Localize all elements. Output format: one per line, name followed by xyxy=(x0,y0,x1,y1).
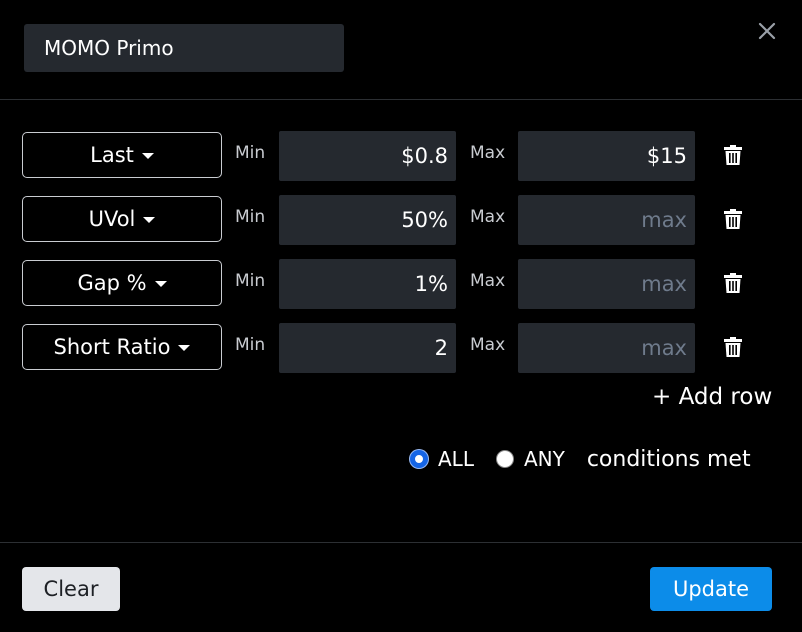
min-input[interactable] xyxy=(279,195,456,245)
caret-down-icon xyxy=(154,281,167,287)
max-label: Max xyxy=(470,143,506,163)
min-input[interactable] xyxy=(279,131,456,181)
delete-row-button[interactable] xyxy=(724,145,742,165)
trash-icon xyxy=(724,337,742,357)
trash-icon xyxy=(724,273,742,293)
min-label: Min xyxy=(235,335,266,355)
filter-name-input[interactable] xyxy=(24,24,344,72)
caret-down-icon xyxy=(141,153,154,159)
close-icon xyxy=(758,22,776,40)
max-label: Max xyxy=(470,271,506,291)
min-input[interactable] xyxy=(279,259,456,309)
min-input[interactable] xyxy=(279,323,456,373)
max-input[interactable] xyxy=(518,323,695,373)
field-select-button[interactable]: Gap % xyxy=(22,260,222,306)
add-row-button[interactable]: + Add row xyxy=(652,384,772,410)
filter-dialog: Last Min Max UVol Min Max xyxy=(0,0,802,632)
trash-icon xyxy=(724,145,742,165)
close-button[interactable] xyxy=(754,18,780,44)
caret-down-icon xyxy=(143,217,156,223)
min-label: Min xyxy=(235,143,266,163)
radio-any[interactable] xyxy=(495,450,514,468)
field-select-label: UVol xyxy=(88,207,136,231)
max-input[interactable] xyxy=(518,195,695,245)
clear-button[interactable]: Clear xyxy=(22,567,120,611)
field-select-label: Last xyxy=(90,143,134,167)
min-label: Min xyxy=(235,271,266,291)
max-input[interactable] xyxy=(518,131,695,181)
filter-row: Gap % Min Max xyxy=(0,259,802,309)
filter-row: Short Ratio Min Max xyxy=(0,323,802,373)
filter-row: UVol Min Max xyxy=(0,195,802,245)
filter-row: Last Min Max xyxy=(0,131,802,181)
conditions-met-text: conditions met xyxy=(586,446,751,472)
radio-all[interactable] xyxy=(410,450,428,468)
max-label: Max xyxy=(470,335,506,355)
delete-row-button[interactable] xyxy=(724,209,742,229)
radio-all-label: ALL xyxy=(438,447,474,471)
header-divider xyxy=(0,99,802,100)
caret-down-icon xyxy=(178,345,191,351)
match-mode-group: ALL ANY conditions met xyxy=(410,444,751,474)
field-select-label: Short Ratio xyxy=(53,335,171,359)
field-select-label: Gap % xyxy=(77,271,147,295)
trash-icon xyxy=(724,209,742,229)
update-button[interactable]: Update xyxy=(650,567,772,611)
footer-divider xyxy=(0,542,802,543)
field-select-button[interactable]: Short Ratio xyxy=(22,324,222,370)
field-select-button[interactable]: UVol xyxy=(22,196,222,242)
field-select-button[interactable]: Last xyxy=(22,132,222,178)
max-label: Max xyxy=(470,207,506,227)
min-label: Min xyxy=(235,207,266,227)
delete-row-button[interactable] xyxy=(724,273,742,293)
radio-any-label: ANY xyxy=(523,447,565,471)
delete-row-button[interactable] xyxy=(724,337,742,357)
max-input[interactable] xyxy=(518,259,695,309)
